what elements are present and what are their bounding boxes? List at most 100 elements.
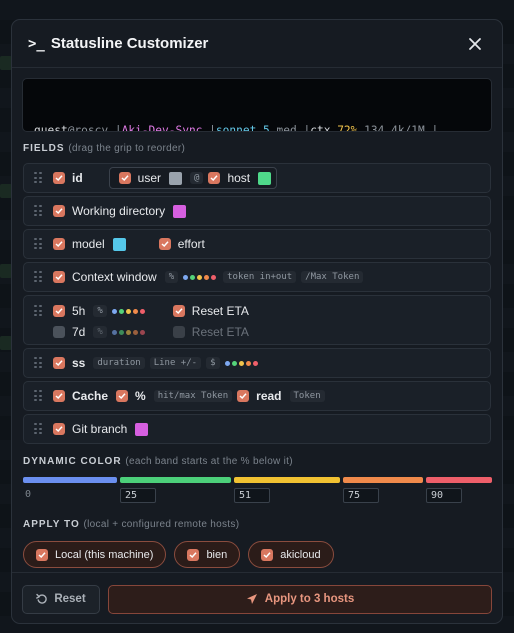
host-chip-bien[interactable]: bien [174, 541, 241, 568]
host-label: host [227, 171, 251, 185]
field-label-working-directory: Working directory [72, 204, 166, 218]
user-color-swatch[interactable] [169, 171, 183, 185]
checkbox-session[interactable] [53, 357, 65, 369]
7d-percent-tag[interactable]: % [93, 326, 107, 338]
working-directory-color-swatch[interactable] [173, 204, 187, 218]
dialog-header: >_ Statusline Customizer [12, 20, 502, 68]
preview-segment: | [108, 124, 122, 132]
close-icon [469, 37, 481, 50]
session-color-dots[interactable] [224, 360, 258, 366]
band-start-input-51[interactable]: 51 [234, 488, 270, 503]
dynamic-color-bands: 0 25 51 75 90 [23, 477, 492, 517]
preview-segment: Aki-Dev-Sync [121, 124, 203, 132]
checkbox-cache-percent[interactable] [116, 390, 129, 402]
effort-label: effort [177, 237, 205, 251]
checkbox-host-bien[interactable] [187, 548, 200, 561]
preview-line-1: guest@roscy |Aki-Dev-Sync |sonnet 5 med … [34, 122, 480, 132]
band-start-input-25[interactable]: 25 [120, 488, 156, 503]
checkbox-user[interactable] [118, 172, 131, 184]
checkbox-5h[interactable] [53, 305, 65, 317]
host-chip-label: akicloud [280, 548, 321, 561]
session-duration-tag[interactable]: duration [93, 357, 145, 369]
dynamic-color-heading: DYNAMIC COLOR [23, 456, 122, 467]
fields-section-label: FIELDS (drag the grip to reorder) [23, 143, 502, 157]
git-branch-color-swatch[interactable] [135, 422, 149, 436]
band-start-input-75[interactable]: 75 [343, 488, 379, 503]
apply-to-section-label: APPLY TO (local + configured remote host… [23, 519, 502, 533]
dialog-title: Statusline Customizer [50, 35, 209, 52]
reset-eta-7d-label: Reset ETA [191, 325, 249, 339]
drag-grip-icon[interactable] [34, 238, 42, 250]
dynamic-color-section-label: DYNAMIC COLOR (each band starts at the %… [23, 456, 502, 470]
checkbox-effort[interactable] [158, 238, 171, 250]
checkbox-host-local[interactable] [36, 548, 48, 561]
drag-grip-icon[interactable] [34, 390, 42, 402]
host-chip-local[interactable]: Local (this machine) [23, 541, 167, 568]
drag-grip-icon[interactable] [34, 205, 42, 217]
quota-5h-line: 5h % Reset ETA [53, 303, 257, 319]
field-row-quota: 5h % Reset ETA 7d % Reset ETA [23, 295, 491, 345]
cache-read-label: read [256, 389, 282, 403]
checkbox-id[interactable] [53, 172, 65, 184]
field-row-cache: Cache % hit/max Token read Token [23, 381, 491, 411]
apply-to-hint: (local + configured remote hosts) [83, 519, 240, 530]
cache-read-token-tag[interactable]: Token [289, 390, 325, 402]
field-row-session: ss duration Line +/- $ [23, 348, 491, 378]
apply-button[interactable]: Apply to 3 hosts [108, 584, 492, 614]
checkbox-git-branch[interactable] [53, 423, 65, 435]
band-25 [120, 477, 231, 483]
drag-grip-icon[interactable] [34, 423, 42, 435]
preview-segment: ctx [310, 124, 338, 132]
5h-color-dots[interactable] [111, 308, 145, 314]
drag-grip-icon[interactable] [34, 357, 42, 369]
preview-segment: @roscy [67, 124, 109, 132]
model-color-swatch[interactable] [112, 237, 126, 251]
preview-segment: 72% [337, 124, 358, 132]
field-label-git-branch: Git branch [72, 422, 128, 436]
context-color-dots[interactable] [183, 274, 217, 280]
checkbox-reset-eta-7d[interactable] [172, 326, 185, 338]
reset-button[interactable]: Reset [22, 584, 100, 614]
session-lines-tag[interactable]: Line +/- [149, 357, 202, 369]
cache-hit-tag[interactable]: hit/max Token [153, 390, 233, 402]
label-7d: 7d [72, 325, 86, 339]
preview-segment: | [202, 124, 216, 132]
field-label-context-window: Context window [72, 270, 157, 284]
field-label-session: ss [72, 356, 86, 370]
preview-segment: med [269, 124, 297, 132]
cache-percent-label: % [135, 389, 146, 403]
7d-color-dots[interactable] [111, 329, 145, 335]
checkbox-model[interactable] [53, 238, 65, 250]
quota-lines: 5h % Reset ETA 7d % Reset ETA [53, 303, 257, 340]
band-start-input-90[interactable]: 90 [426, 488, 462, 503]
host-color-swatch[interactable] [258, 171, 272, 185]
drag-grip-icon[interactable] [34, 305, 42, 317]
id-options-group: user @ host [108, 167, 278, 189]
drag-grip-icon[interactable] [34, 172, 42, 184]
checkbox-cache[interactable] [53, 390, 65, 402]
checkbox-context-window[interactable] [53, 271, 65, 283]
checkbox-host[interactable] [208, 172, 221, 184]
session-cost-tag[interactable]: $ [206, 357, 220, 369]
context-max-token-tag[interactable]: /Max Token [301, 271, 364, 283]
field-label-id: id [72, 171, 83, 185]
5h-percent-tag[interactable]: % [93, 305, 107, 317]
field-row-git-branch: Git branch [23, 414, 491, 444]
context-percent-tag[interactable]: % [164, 271, 179, 283]
host-chip-akicloud[interactable]: akicloud [248, 541, 334, 568]
close-button[interactable] [464, 33, 486, 55]
checkbox-reset-eta-5h[interactable] [172, 305, 185, 317]
checkbox-7d[interactable] [53, 326, 65, 338]
host-chip-label: bien [206, 548, 228, 561]
terminal-prompt-icon: >_ [28, 35, 45, 52]
host-chips: Local (this machine) bien akicloud [23, 541, 502, 568]
drag-grip-icon[interactable] [34, 271, 42, 283]
checkbox-cache-read[interactable] [237, 390, 250, 402]
preview-segment: sonnet 5 [215, 124, 270, 132]
user-label: user [137, 171, 162, 185]
checkbox-working-directory[interactable] [53, 205, 65, 217]
checkbox-host-akicloud[interactable] [261, 548, 274, 561]
reset-eta-5h-label: Reset ETA [191, 304, 249, 318]
context-token-tag[interactable]: token in+out [223, 271, 297, 283]
field-list: id user @ host Working directory model e… [23, 163, 491, 444]
